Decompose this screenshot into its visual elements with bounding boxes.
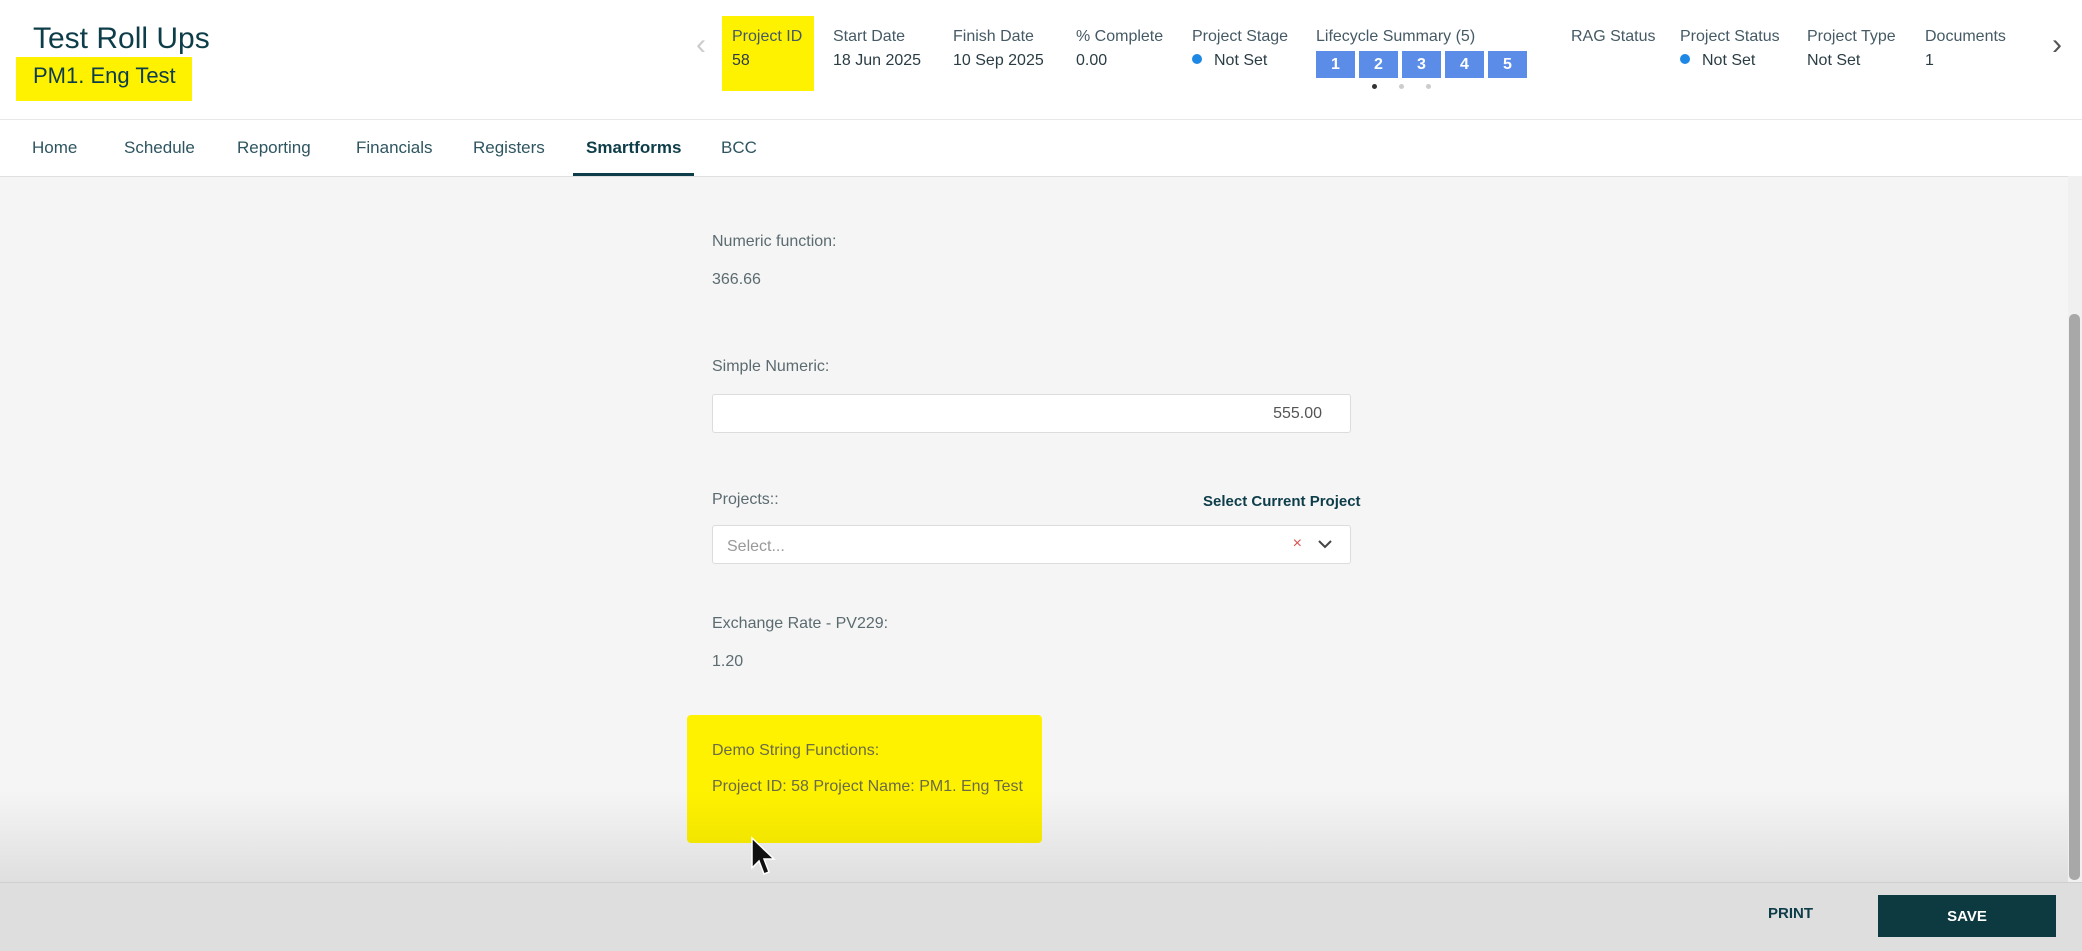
exchange-rate-value: 1.20 [712, 653, 744, 670]
select-current-project-link[interactable]: Select Current Project [1203, 493, 1361, 510]
meta-finish-date: Finish Date 10 Sep 2025 [953, 0, 1044, 70]
tab-bcc[interactable]: BCC [721, 120, 757, 176]
footer-bar: PRINT SAVE [0, 882, 2082, 951]
meta-value: 0.00 [1076, 52, 1108, 69]
exchange-rate-label: Exchange Rate - PV229: [712, 615, 889, 632]
carousel-dot[interactable] [1426, 84, 1431, 89]
simple-numeric-input[interactable]: 555.00 [712, 394, 1351, 433]
meta-lifecycle-summary: Lifecycle Summary (5) 1 2 3 4 5 [1316, 0, 1527, 78]
meta-project-id: Project ID 58 [722, 16, 814, 91]
meta-value: Not Set [1214, 52, 1268, 69]
lifecycle-box[interactable]: 1 [1316, 51, 1355, 78]
meta-label: Project ID [732, 28, 803, 45]
mouse-pointer-icon [750, 836, 778, 883]
tab-bar: Home Schedule Reporting Financials Regis… [0, 120, 2082, 177]
meta-project-status: Project Status Not Set [1680, 0, 1780, 70]
meta-label: Start Date [833, 28, 906, 45]
close-icon[interactable]: × [1293, 535, 1302, 553]
chevron-right-icon[interactable]: › [2052, 28, 2062, 62]
project-title: Test Roll Ups [33, 22, 210, 55]
meta-label: RAG Status [1571, 28, 1656, 45]
project-subtitle-highlight: PM1. Eng Test [16, 57, 192, 101]
save-button[interactable]: SAVE [1878, 895, 2056, 937]
tab-schedule[interactable]: Schedule [124, 120, 195, 176]
carousel-dot[interactable] [1372, 84, 1377, 89]
tab-home[interactable]: Home [32, 120, 77, 176]
projects-select[interactable]: Select... × [712, 525, 1351, 564]
meta-documents[interactable]: Documents 1 [1925, 0, 2006, 70]
title-block: Test Roll Ups PM1. Eng Test [16, 18, 210, 101]
status-dot [1680, 54, 1690, 64]
project-subtitle: PM1. Eng Test [33, 63, 176, 88]
simple-numeric-label: Simple Numeric: [712, 358, 830, 375]
lifecycle-boxes: 1 2 3 4 5 [1316, 51, 1527, 78]
select-placeholder: Select... [727, 538, 785, 555]
carousel-dots [1372, 84, 1431, 89]
tab-reporting[interactable]: Reporting [237, 120, 311, 176]
projects-label: Projects:: [712, 491, 779, 508]
lifecycle-box[interactable]: 4 [1445, 51, 1484, 78]
meta-label: Documents [1925, 28, 2006, 45]
tab-financials[interactable]: Financials [356, 120, 433, 176]
meta-label: Finish Date [953, 28, 1034, 45]
project-header: Test Roll Ups PM1. Eng Test ‹ Project ID… [0, 0, 2082, 120]
meta-label: Project Type [1807, 28, 1896, 45]
numeric-function-label: Numeric function: [712, 233, 837, 250]
meta-value: 58 [732, 52, 750, 69]
meta-label: Lifecycle Summary (5) [1316, 28, 1476, 45]
meta-value: 10 Sep 2025 [953, 52, 1044, 69]
chevron-down-icon[interactable] [1316, 535, 1334, 558]
meta-value: Not Set [1702, 52, 1756, 69]
bottom-shade [0, 790, 2082, 882]
meta-value: 1 [1925, 52, 1934, 69]
chevron-left-icon[interactable]: ‹ [696, 28, 706, 62]
meta-project-stage: Project Stage Not Set [1192, 0, 1288, 70]
lifecycle-box[interactable]: 2 [1359, 51, 1398, 78]
lifecycle-box[interactable]: 3 [1402, 51, 1441, 78]
meta-project-type: Project Type Not Set [1807, 0, 1896, 70]
demo-string-label: Demo String Functions: [712, 742, 880, 759]
tab-smartforms[interactable]: Smartforms [573, 120, 695, 176]
meta-label: Project Stage [1192, 28, 1289, 45]
meta-value-wrap: Not Set [1680, 52, 1780, 70]
meta-rag-status: RAG Status [1571, 0, 1655, 52]
meta-percent-complete: % Complete 0.00 [1076, 0, 1163, 70]
numeric-function-value: 366.66 [712, 271, 761, 288]
meta-label: % Complete [1076, 28, 1164, 45]
meta-label: Project Status [1680, 28, 1780, 45]
lifecycle-box[interactable]: 5 [1488, 51, 1527, 78]
meta-start-date: Start Date 18 Jun 2025 [833, 0, 921, 70]
meta-value-wrap: Not Set [1192, 52, 1288, 70]
carousel-dot[interactable] [1399, 84, 1404, 89]
scrollbar-thumb[interactable] [2069, 314, 2080, 880]
tab-registers[interactable]: Registers [473, 120, 545, 176]
status-dot [1192, 54, 1202, 64]
print-button[interactable]: PRINT [1768, 905, 1813, 922]
meta-value: 18 Jun 2025 [833, 52, 922, 69]
meta-value: Not Set [1807, 52, 1861, 69]
